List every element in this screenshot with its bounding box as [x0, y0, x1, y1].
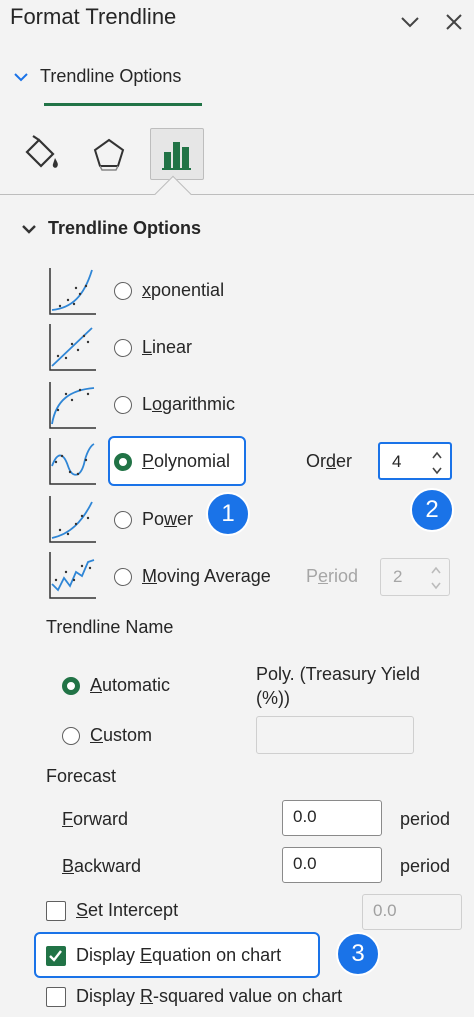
trendline-options-icon[interactable] — [150, 128, 204, 180]
backward-unit: period — [400, 856, 451, 876]
period-label: Period — [306, 566, 359, 586]
period-value: 2 — [393, 567, 403, 586]
custom-option[interactable]: Custom — [62, 725, 152, 746]
intercept-input[interactable]: 0.0 — [362, 894, 462, 930]
automatic-option[interactable]: Automatic — [62, 675, 170, 696]
stepper-arrows-icon[interactable] — [430, 447, 444, 479]
display-equation-option[interactable]: Display Equation on chart — [46, 945, 281, 966]
chevron-down-icon — [22, 224, 36, 234]
section-header[interactable]: Trendline Options — [22, 218, 201, 239]
label-polynomial: Polynomial — [142, 451, 231, 471]
tab-trendline-options[interactable]: Trendline Options — [14, 66, 181, 87]
selection-pointer — [154, 175, 192, 213]
radio-exponential[interactable] — [114, 281, 132, 300]
callout-badge-1: 1 — [206, 492, 250, 536]
power-thumb-icon — [49, 496, 96, 543]
option-moving-average[interactable]: Moving Average — [114, 566, 271, 587]
trendline-name-label: Trendline Name — [46, 617, 174, 637]
label-logarithmic: Logarithmic — [142, 394, 236, 414]
backward-label: Backward — [62, 856, 142, 876]
linear-thumb-icon — [49, 324, 96, 371]
option-exponential[interactable]: xponential — [114, 280, 224, 301]
display-rsquared-checkbox[interactable] — [46, 986, 66, 1007]
display-equation-checkbox[interactable] — [46, 945, 66, 966]
moving-average-thumb-icon — [49, 552, 96, 599]
forward-label: Forward — [62, 809, 129, 829]
divider — [0, 194, 474, 195]
order-value: 4 — [392, 452, 402, 471]
section-title: Trendline Options — [48, 218, 202, 238]
radio-automatic[interactable] — [62, 676, 80, 695]
fill-line-icon[interactable] — [14, 128, 68, 180]
custom-name-input[interactable] — [256, 716, 414, 754]
display-rsquared-option[interactable]: Display R-squared value on chart — [46, 986, 342, 1007]
radio-power[interactable] — [114, 510, 132, 529]
custom-label: Custom — [90, 725, 153, 745]
option-power[interactable]: Power — [114, 509, 193, 530]
automatic-label: Automatic — [90, 675, 171, 695]
order-stepper[interactable]: 4 — [378, 442, 452, 480]
option-polynomial[interactable]: Polynomial — [114, 451, 230, 472]
chevron-down-icon[interactable] — [396, 8, 424, 36]
radio-linear[interactable] — [114, 338, 132, 357]
option-logarithmic[interactable]: Logarithmic — [114, 394, 235, 415]
forward-unit: period — [400, 809, 451, 829]
period-stepper[interactable]: 2 — [380, 558, 450, 596]
callout-badge-2: 2 — [410, 488, 454, 532]
forecast-label: Forecast — [46, 766, 117, 786]
checkmark-icon — [49, 949, 62, 962]
set-intercept-label: Set Intercept — [76, 900, 179, 920]
label-exponential: xponential — [142, 280, 225, 300]
exponential-thumb-icon — [49, 268, 96, 315]
panel-title: Format Trendline — [10, 4, 177, 29]
callout-badge-3: 3 — [336, 932, 380, 976]
set-intercept-option[interactable]: Set Intercept — [46, 900, 178, 921]
tab-underline — [44, 103, 202, 106]
forward-input[interactable]: 0.0 — [282, 800, 382, 836]
display-rsquared-label: Display R-squared value on chart — [76, 986, 343, 1006]
polynomial-thumb-icon — [49, 438, 96, 485]
radio-moving-average[interactable] — [114, 567, 132, 586]
stepper-arrows-icon[interactable] — [429, 562, 443, 594]
tab-label: Trendline Options — [40, 66, 182, 86]
set-intercept-checkbox[interactable] — [46, 900, 66, 921]
label-linear: Linear — [142, 337, 193, 357]
label-power: Power — [142, 509, 194, 529]
display-equation-label: Display Equation on chart — [76, 945, 282, 965]
automatic-name-value: Poly. (Treasury Yield (%)) — [256, 664, 421, 708]
backward-input[interactable]: 0.0 — [282, 847, 382, 883]
radio-logarithmic[interactable] — [114, 395, 132, 414]
close-icon[interactable] — [440, 8, 468, 36]
effects-icon[interactable] — [82, 128, 136, 180]
option-linear[interactable]: Linear — [114, 337, 192, 358]
chevron-down-icon — [14, 72, 28, 81]
radio-polynomial[interactable] — [114, 452, 132, 471]
order-label: Order — [306, 451, 353, 471]
logarithmic-thumb-icon — [49, 382, 96, 429]
radio-custom[interactable] — [62, 726, 80, 745]
label-moving-average: Moving Average — [142, 566, 271, 586]
